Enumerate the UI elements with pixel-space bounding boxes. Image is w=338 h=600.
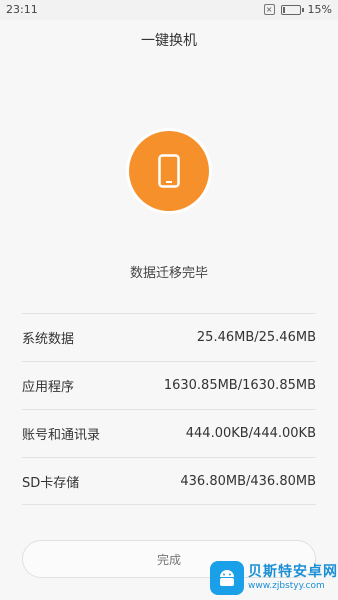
phone-circle: [129, 131, 209, 211]
watermark-text: 贝斯特安卓网 www.zjbstyy.com: [248, 564, 338, 592]
status-bar: 23:11 × 15%: [0, 0, 338, 20]
list-item-sd-storage: SD卡存储 436.80MB/436.80MB: [22, 457, 316, 505]
android-icon: [220, 570, 234, 586]
watermark: 贝斯特安卓网 www.zjbstyy.com: [210, 556, 338, 600]
list-item-system-data: 系统数据 25.46MB/25.46MB: [22, 313, 316, 361]
content-area: 数据迁移完毕 系统数据 25.46MB/25.46MB 应用程序 1630.85…: [0, 62, 338, 600]
migration-list: 系统数据 25.46MB/25.46MB 应用程序 1630.85MB/1630…: [22, 313, 316, 505]
title-bar: 一键换机: [0, 20, 338, 62]
status-icons: × 15%: [263, 3, 332, 16]
item-label: 账号和通讯录: [22, 428, 101, 443]
watermark-logo-icon: [210, 561, 244, 595]
item-label: 系统数据: [22, 332, 75, 347]
battery-tip: [301, 7, 304, 12]
watermark-title: 贝斯特安卓网: [248, 564, 338, 580]
page-title: 一键换机: [141, 33, 197, 49]
battery-indicator: 15%: [280, 3, 332, 16]
status-time: 23:11: [6, 3, 38, 16]
no-sim-icon: ×: [263, 4, 275, 15]
migration-status-text: 数据迁移完毕: [129, 266, 208, 281]
list-item-accounts-contacts: 账号和通讯录 444.00KB/444.00KB: [22, 409, 316, 457]
battery-percent: 15%: [307, 3, 332, 16]
item-value: 25.46MB/25.46MB: [196, 330, 316, 345]
watermark-url: www.zjbstyy.com: [248, 581, 325, 591]
item-value: 444.00KB/444.00KB: [185, 426, 316, 441]
item-value: 436.80MB/436.80MB: [180, 473, 316, 489]
item-label: 应用程序: [22, 380, 75, 395]
battery-fill: [282, 6, 285, 13]
phone-badge: [126, 128, 212, 214]
list-item-apps: 应用程序 1630.85MB/1630.85MB: [22, 361, 316, 409]
item-value: 1630.85MB/1630.85MB: [163, 378, 316, 393]
item-label: SD卡存储: [22, 475, 80, 491]
phone-icon: [158, 154, 180, 188]
battery-icon: [280, 4, 301, 15]
